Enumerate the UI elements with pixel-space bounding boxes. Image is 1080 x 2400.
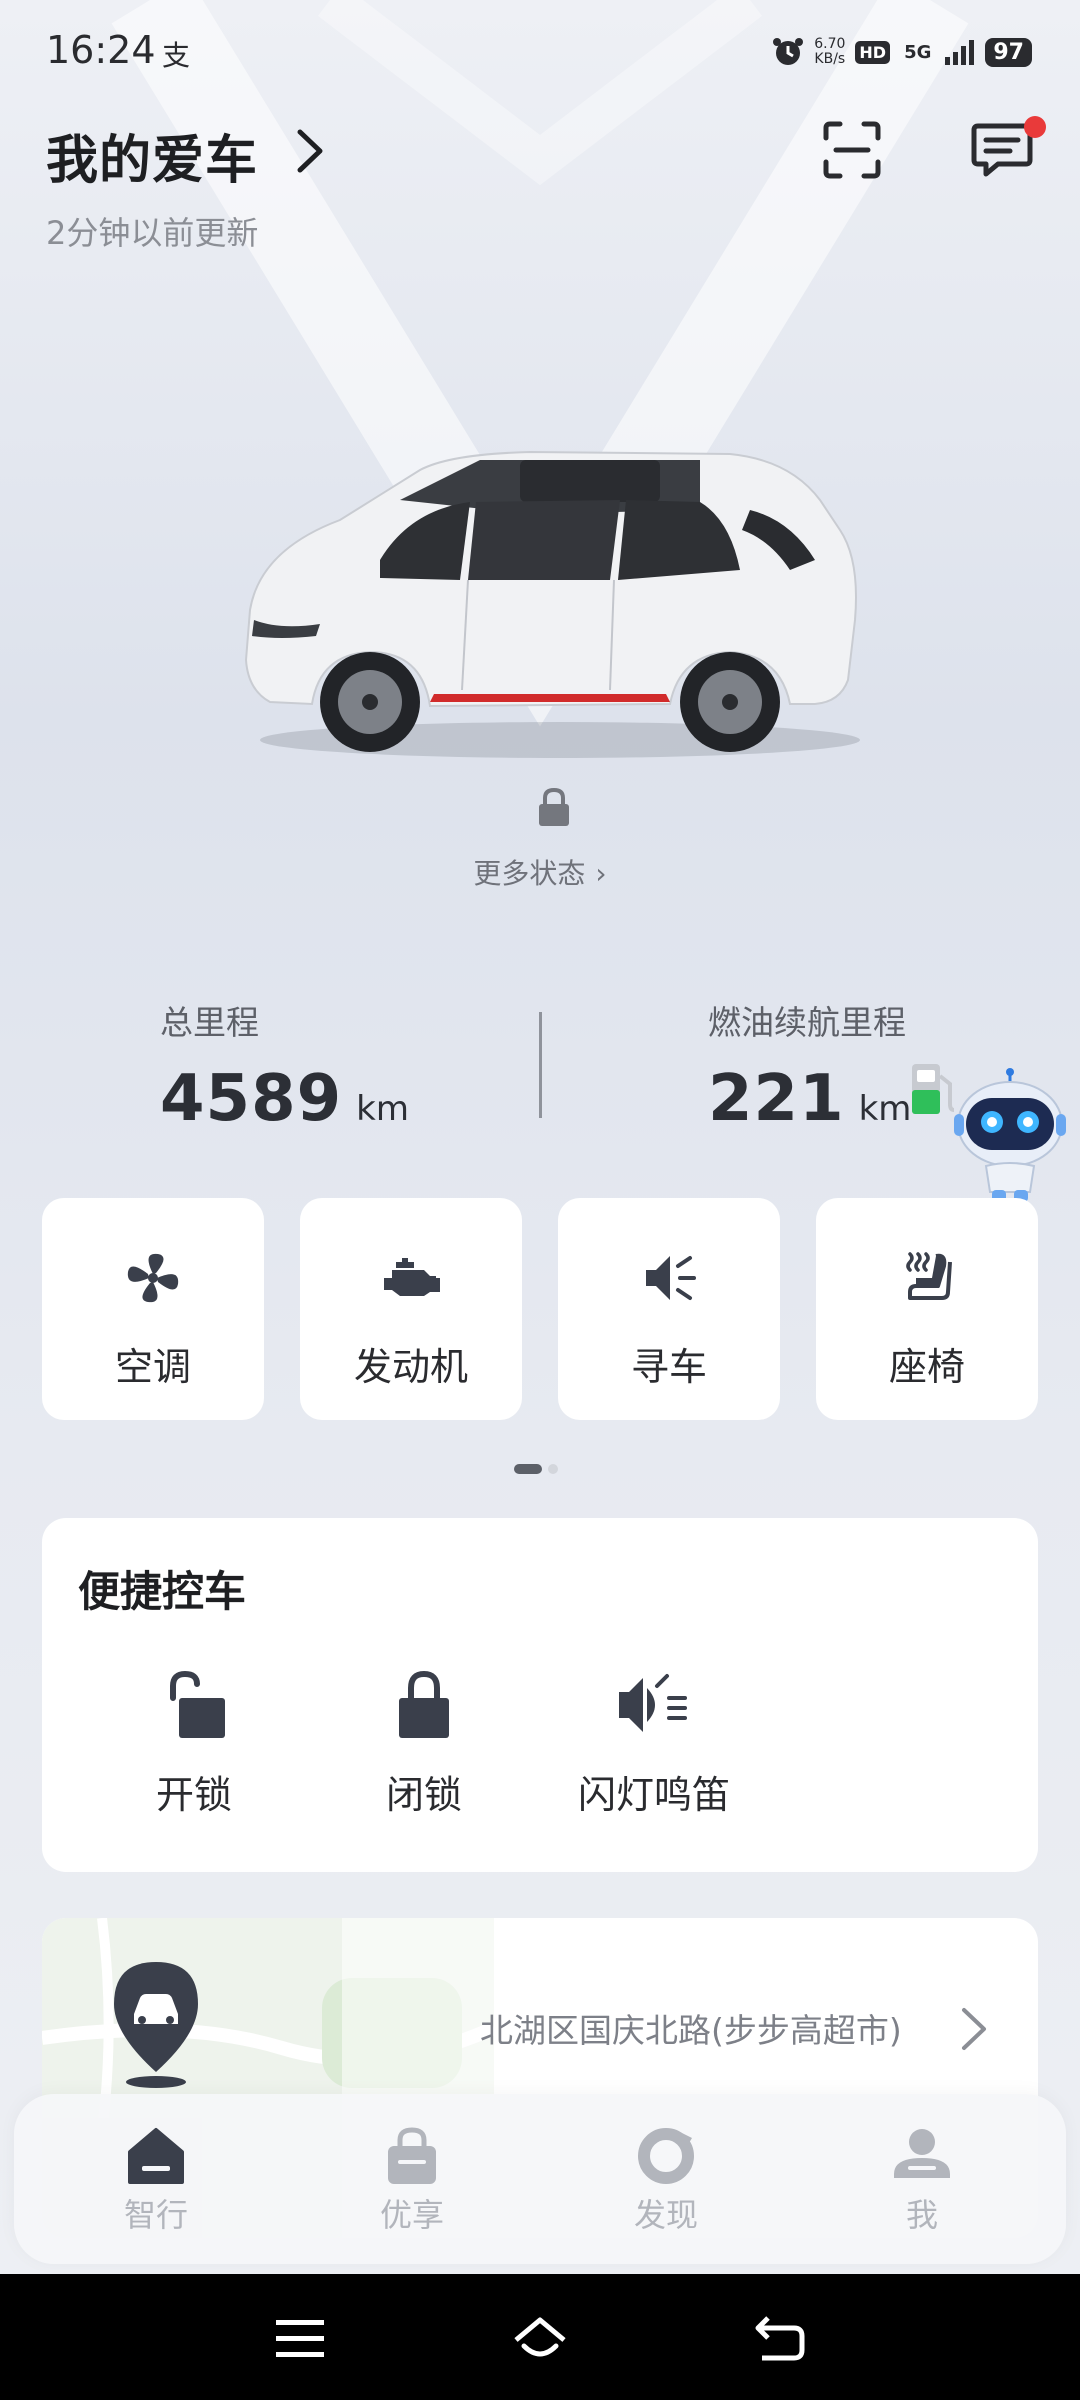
page-indicator [514, 1464, 558, 1474]
lock-button[interactable]: 闭锁 [324, 1668, 524, 1819]
tile-engine[interactable]: 发动机 [300, 1198, 522, 1420]
nav-label: 发现 [633, 2196, 698, 2234]
stat-divider [539, 1012, 542, 1118]
total-mileage-unit: km [356, 1089, 409, 1129]
tile-find-car[interactable]: 寻车 [558, 1198, 780, 1420]
nav-label: 我 [905, 2196, 938, 2234]
lock-icon [399, 1670, 449, 1738]
bottom-nav: 智行 优享 发现 我 [14, 2094, 1066, 2264]
alipay-icon: 支 [162, 39, 191, 72]
shopping-bag-icon [388, 2127, 436, 2184]
home-icon [128, 2128, 184, 2184]
tile-air-conditioning[interactable]: 空调 [42, 1198, 264, 1420]
speed-value: 6.70 [814, 36, 846, 52]
nav-tab-wo[interactable]: 我 [842, 2124, 1002, 2236]
fuel-pump-icon [912, 1064, 955, 1114]
flash-horn-button[interactable]: 闪灯鸣笛 [554, 1668, 754, 1819]
chevron-right-icon [962, 2008, 986, 2050]
tile-label: 发动机 [353, 1345, 468, 1389]
total-mileage-label: 总里程 [160, 1003, 259, 1042]
lock-status-icon [539, 787, 569, 826]
scan-icon[interactable] [822, 120, 882, 180]
seat-heat-icon [906, 1252, 952, 1300]
nav-tab-zhixing[interactable]: 智行 [76, 2124, 236, 2236]
car-location-pin-icon [114, 1962, 198, 2088]
quick-control-card: 便捷控车 开锁 闭锁 闪灯鸣笛 [42, 1518, 1038, 1872]
unlock-icon [170, 1670, 225, 1738]
network-speed: 6.70 KB/s [814, 37, 845, 67]
speed-unit: KB/s [814, 51, 846, 67]
page-dot [548, 1464, 558, 1474]
unlock-label: 开锁 [155, 1773, 232, 1817]
flash-horn-icon [619, 1674, 687, 1732]
flash-horn-label: 闪灯鸣笛 [577, 1773, 730, 1817]
signal-icon [945, 40, 975, 65]
assistant-robot-icon[interactable] [952, 1068, 1068, 1204]
lock-label: 闭锁 [385, 1773, 462, 1817]
notification-badge [1024, 116, 1046, 138]
page-title[interactable]: 我的爱车 [46, 118, 258, 193]
fuel-range-label: 燃油续航里程 [708, 1003, 906, 1042]
quick-control-title: 便捷控车 [78, 1567, 247, 1616]
profile-icon [894, 2129, 950, 2178]
tile-label: 寻车 [630, 1345, 707, 1389]
status-indicators: 6.70 KB/s HD 5G 97 [772, 32, 1032, 72]
horn-icon [646, 1256, 696, 1300]
discover-icon [638, 2128, 694, 2184]
nav-tab-youxiang[interactable]: 优享 [332, 2124, 492, 2236]
nav-label: 智行 [123, 2196, 188, 2234]
network-type: 5G [904, 41, 932, 63]
home-button-icon[interactable] [512, 2312, 568, 2364]
hd-badge: HD [855, 40, 891, 64]
tile-label: 空调 [114, 1345, 191, 1389]
tile-seat[interactable]: 座椅 [816, 1198, 1038, 1420]
car-location-address: 北湖区国庆北路(步步高超市) [480, 2011, 902, 2050]
fuel-range-unit: km [858, 1089, 912, 1129]
last-updated-text: 2分钟以前更新 [46, 214, 259, 252]
unlock-button[interactable]: 开锁 [94, 1668, 294, 1819]
car-image[interactable] [230, 440, 870, 770]
nav-tab-faxian[interactable]: 发现 [586, 2124, 746, 2236]
total-mileage: 总里程 4589 km [160, 996, 409, 1136]
fan-icon [127, 1253, 179, 1303]
back-icon[interactable] [752, 2312, 808, 2364]
status-time: 16:24 [46, 28, 156, 72]
alarm-icon [773, 38, 804, 65]
total-mileage-value: 4589 [160, 1062, 343, 1136]
page-dot-active [514, 1464, 542, 1474]
engine-icon [384, 1258, 440, 1296]
battery-icon: 97 [985, 37, 1032, 67]
nav-label: 优享 [379, 2196, 444, 2234]
chevron-right-icon[interactable] [290, 126, 330, 176]
more-status-link[interactable]: 更多状态 › [0, 852, 1080, 892]
fuel-range-value: 221 [708, 1062, 845, 1136]
status-bar: 16:24 支 6.70 KB/s HD 5G 97 [0, 0, 1080, 100]
system-nav-bar [0, 2274, 1080, 2400]
tile-label: 座椅 [888, 1345, 965, 1389]
menu-icon[interactable] [272, 2312, 328, 2364]
fuel-range: 燃油续航里程 221 km [708, 996, 911, 1136]
chevron-right-icon: › [595, 857, 607, 890]
more-status-label: 更多状态 [473, 857, 586, 890]
